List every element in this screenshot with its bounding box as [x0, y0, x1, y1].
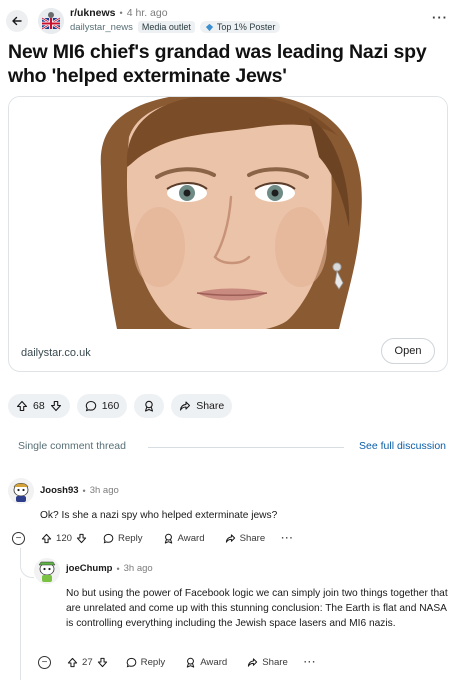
- comment-vote: 120: [41, 533, 87, 544]
- post-time: 4 hr. ago: [126, 7, 168, 19]
- comment-icon: [126, 657, 136, 668]
- open-link-button[interactable]: Open: [381, 338, 435, 364]
- award-icon: [186, 657, 195, 668]
- subreddit-name[interactable]: r/uknews: [70, 7, 116, 19]
- separator-dot: •: [82, 485, 86, 496]
- avatar[interactable]: [8, 478, 34, 504]
- union-flag-icon: [38, 8, 64, 34]
- reply-label: Reply: [118, 533, 143, 544]
- comment-vote-count: 120: [56, 533, 73, 544]
- vote-count: 68: [33, 400, 45, 412]
- separator-dot: •: [116, 563, 120, 574]
- reply-button[interactable]: Reply: [103, 533, 143, 544]
- share-label: Share: [196, 400, 225, 412]
- thread-connector: [20, 548, 34, 578]
- award-button[interactable]: [134, 394, 165, 418]
- upvote-icon[interactable]: [16, 400, 28, 412]
- share-icon: [180, 401, 191, 411]
- collapse-icon[interactable]: −: [38, 656, 51, 669]
- post-header: r/uknews • 4 hr. ago dailystar_news Medi…: [0, 0, 462, 40]
- post-title[interactable]: New MI6 chief's grandad was leading Nazi…: [8, 40, 454, 88]
- award-label: Award: [177, 533, 205, 544]
- award-icon: [164, 533, 172, 544]
- see-full-discussion-link[interactable]: See full discussion: [359, 440, 446, 452]
- top-poster-badge: Top 1% Poster: [199, 21, 281, 33]
- link-domain: dailystar.co.uk: [21, 347, 91, 359]
- portrait-image: [9, 97, 447, 329]
- comment-time: 3h ago: [89, 485, 119, 496]
- post-author[interactable]: dailystar_news: [70, 22, 133, 33]
- downvote-icon[interactable]: [50, 400, 62, 412]
- comment-meta: joeChump • 3h ago: [66, 563, 153, 574]
- author-flair: Media outlet: [137, 21, 195, 33]
- comment-icon: [85, 400, 96, 412]
- subreddit-line: r/uknews • 4 hr. ago: [70, 7, 168, 19]
- downvote-icon[interactable]: [76, 533, 87, 544]
- share-button[interactable]: Share: [171, 394, 233, 418]
- separator-dot: •: [119, 8, 123, 18]
- award-button[interactable]: Award: [163, 533, 205, 544]
- snoo-avatar-icon: [8, 478, 34, 504]
- vote-pill: 68: [8, 394, 70, 418]
- link-preview-card[interactable]: dailystar.co.uk Open: [8, 96, 448, 372]
- divider: [148, 447, 344, 448]
- reply-label: Reply: [140, 657, 166, 668]
- more-icon[interactable]: ···: [432, 10, 448, 25]
- top-poster-label: Top 1% Poster: [216, 22, 276, 32]
- share-label: Share: [239, 533, 266, 544]
- comment-time: 3h ago: [123, 563, 153, 574]
- award-label: Award: [200, 657, 228, 668]
- share-button[interactable]: Share: [225, 533, 266, 544]
- back-button[interactable]: [6, 10, 28, 32]
- diamond-icon: [205, 23, 213, 31]
- share-icon: [248, 658, 258, 667]
- comment-author[interactable]: Joosh93: [40, 485, 79, 496]
- reply-button[interactable]: Reply: [126, 657, 166, 668]
- more-icon[interactable]: ···: [304, 657, 317, 668]
- thread-line: [20, 578, 21, 680]
- comment-meta: Joosh93 • 3h ago: [40, 485, 119, 496]
- comment-icon: [103, 533, 114, 544]
- award-button[interactable]: Award: [185, 657, 227, 668]
- post-actions: 68 160 Share: [8, 394, 233, 418]
- snoo-avatar-icon: [34, 558, 60, 584]
- share-label: Share: [262, 657, 288, 668]
- comment-vote-count: 27: [82, 657, 93, 668]
- downvote-icon[interactable]: [97, 657, 108, 668]
- more-icon[interactable]: ···: [281, 533, 294, 544]
- author-line: dailystar_news Media outlet Top 1% Poste…: [70, 21, 281, 33]
- upvote-icon[interactable]: [67, 657, 78, 668]
- single-thread-label: Single comment thread: [18, 440, 126, 452]
- upvote-icon[interactable]: [41, 533, 52, 544]
- share-button[interactable]: Share: [247, 657, 288, 668]
- comment-count: 160: [101, 400, 120, 412]
- avatar[interactable]: [34, 558, 60, 584]
- comment-body: Ok? Is she a nazi spy who helped extermi…: [40, 510, 278, 521]
- comment-body: No but using the power of Facebook logic…: [66, 588, 448, 629]
- article-thumbnail[interactable]: [9, 97, 447, 329]
- back-arrow-icon: [12, 16, 22, 26]
- share-icon: [225, 534, 235, 543]
- comment-vote: 27: [67, 657, 108, 668]
- collapse-icon[interactable]: −: [12, 532, 25, 545]
- comment-actions: − 27 Reply Award Share ···: [38, 656, 316, 669]
- comments-button[interactable]: 160: [76, 394, 128, 418]
- comment-actions: − 120 Reply Award Share ···: [12, 532, 294, 545]
- comment-author[interactable]: joeChump: [66, 563, 112, 574]
- award-icon: [145, 400, 154, 412]
- subreddit-avatar[interactable]: [38, 8, 64, 34]
